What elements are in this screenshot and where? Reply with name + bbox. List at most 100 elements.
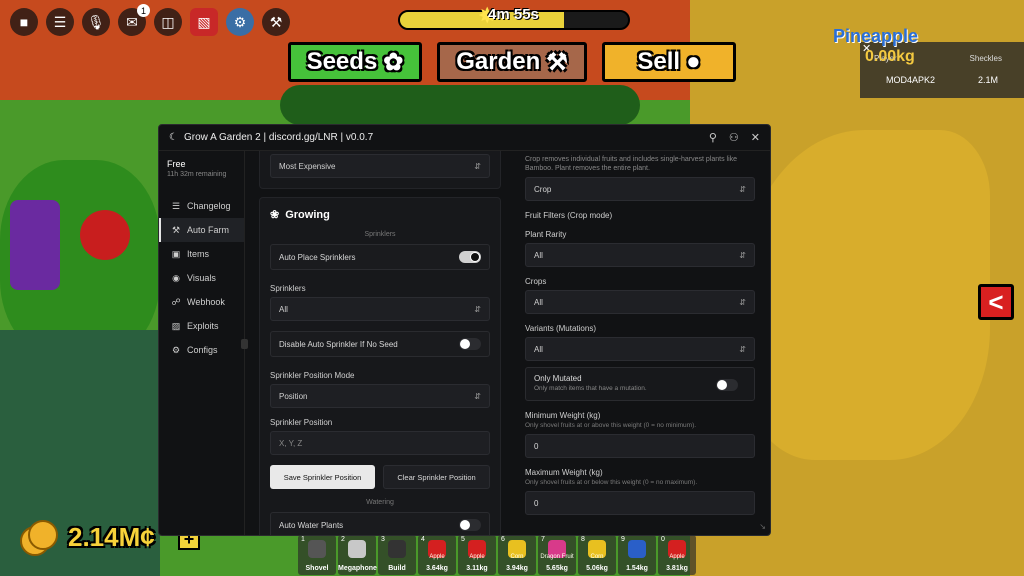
- save-sprinkler-position-button[interactable]: Save Sprinkler Position: [270, 465, 375, 489]
- hotbar-slot[interactable]: 8 Corn 5.06kg: [578, 535, 616, 575]
- watering-subheading: Watering: [366, 499, 394, 506]
- remove-mode-dropdown[interactable]: Crop ⇵: [525, 177, 755, 201]
- hotbar-slot[interactable]: 7 Dragon Fruit 5.65kg: [538, 535, 576, 575]
- fruit-filters-label: Fruit Filters (Crop mode): [525, 211, 613, 220]
- sidebar-item-changelog[interactable]: ☰ Changelog: [159, 194, 244, 218]
- hammer-icon[interactable]: ⚒: [262, 8, 290, 36]
- coins-icon: [20, 520, 64, 556]
- auto-place-toggle[interactable]: [459, 251, 481, 263]
- sidebar-item-label: Auto Farm: [187, 225, 230, 235]
- slot-item-name: Corn: [510, 554, 524, 560]
- minimize-icon[interactable]: ⚇: [729, 131, 739, 144]
- search-icon[interactable]: ⚲: [709, 131, 717, 144]
- leaf-icon: ❀: [270, 209, 280, 221]
- only-mutated-label: Only Mutated: [534, 374, 582, 383]
- notification-badge: 1: [137, 4, 150, 17]
- crop-mode-description: Crop removes individual fruits and inclu…: [525, 156, 738, 172]
- hotbar-slot[interactable]: 4 Apple 3.64kg: [418, 535, 456, 575]
- left-column: Most Expensive ⇵ ❀ Growing Sprinklers Auto…: [251, 151, 509, 535]
- slot-label: 1.54kg: [626, 565, 648, 572]
- item-icon: [628, 540, 646, 558]
- sidebar-item-webhook[interactable]: ☍ Webhook: [159, 290, 244, 314]
- chat-icon[interactable]: ✉ 1: [118, 4, 150, 36]
- position-mode-dropdown[interactable]: Position ⇵: [270, 384, 490, 408]
- seeds-button[interactable]: Seeds ✿: [288, 42, 422, 82]
- chevron-updown-icon: ⇵: [739, 344, 746, 354]
- sort-card: Most Expensive ⇵: [259, 151, 501, 189]
- min-weight-description: Only shovel fruits at or above this weig…: [525, 422, 697, 429]
- slot-label: 3.81kg: [666, 565, 688, 572]
- slot-number: 3: [381, 536, 385, 543]
- roblox-logo-icon[interactable]: ■: [10, 8, 38, 36]
- sort-dropdown[interactable]: Most Expensive ⇵: [270, 154, 490, 178]
- sidebar-item-exploits[interactable]: ▨ Exploits: [159, 314, 244, 338]
- sidebar-item-label: Exploits: [187, 321, 219, 331]
- growing-heading: Growing: [285, 208, 330, 221]
- hotbar-slot[interactable]: 9 1.54kg: [618, 535, 656, 575]
- auto-water-toggle[interactable]: [459, 519, 481, 531]
- variants-dropdown[interactable]: All ⇵: [525, 337, 755, 361]
- auto-water-label: Auto Water Plants: [279, 520, 344, 530]
- growing-card: ❀ Growing Sprinklers Auto Place Sprinkler…: [259, 197, 501, 535]
- nav-icon: ▨: [171, 320, 181, 331]
- menu-icon[interactable]: ☰: [46, 8, 74, 36]
- hotbar-slot[interactable]: 2 Megaphone: [338, 535, 377, 575]
- variants-value: All: [534, 344, 543, 354]
- panel-titlebar[interactable]: ☾ Grow A Garden 2 | discord.gg/LNR | v0.…: [159, 125, 770, 151]
- disable-auto-toggle[interactable]: [459, 338, 481, 350]
- timer-text: 4m 55s: [488, 6, 539, 23]
- chevron-updown-icon: ⇵: [739, 297, 746, 307]
- sidebar-item-configs[interactable]: ⚙ Configs: [159, 338, 244, 362]
- leaderboard-row-shekles: 2.1M: [977, 75, 998, 85]
- back-arrow-button[interactable]: <: [978, 284, 1014, 320]
- hotbar-slot[interactable]: 6 Corn 3.94kg: [498, 535, 536, 575]
- hotbar-slot[interactable]: 3 Build: [378, 535, 416, 575]
- sprinkler-position-input[interactable]: X, Y, Z: [270, 431, 490, 455]
- sprinklers-subheading: Sprinklers: [364, 231, 396, 238]
- only-mutated-row[interactable]: Only Mutated Only match items that have …: [525, 367, 755, 401]
- slot-label: 5.65kg: [546, 565, 568, 572]
- plant-rarity-dropdown[interactable]: All ⇵: [525, 243, 755, 267]
- slot-item-name: Dragon Fruit: [540, 554, 574, 560]
- right-column: Crop removes individual fruits and inclu…: [515, 151, 765, 535]
- hotbar-slot[interactable]: 1 Shovel: [298, 535, 336, 575]
- max-weight-input[interactable]: 0: [525, 491, 755, 515]
- disable-auto-sprinkler-row[interactable]: Disable Auto Sprinkler If No Seed: [270, 331, 490, 357]
- sprinklers-value: All: [279, 304, 288, 314]
- only-mutated-toggle[interactable]: [716, 379, 738, 391]
- leaderboard-row[interactable]: MOD4APK2 2.1M: [860, 63, 1024, 85]
- close-icon[interactable]: ✕: [751, 131, 760, 144]
- variants-label: Variants (Mutations): [525, 324, 596, 333]
- sell-button[interactable]: Sell ●: [602, 42, 736, 82]
- player-weight: 0.00kg: [865, 48, 915, 65]
- slot-label: 3.64kg: [426, 565, 448, 572]
- auto-place-sprinklers-row[interactable]: Auto Place Sprinklers: [270, 244, 490, 270]
- slot-number: 8: [581, 536, 585, 543]
- sort-value: Most Expensive: [279, 161, 336, 171]
- sidebar-item-label: Items: [187, 249, 210, 259]
- item-icon: [308, 540, 326, 558]
- sidebar-item-visuals[interactable]: ◉ Visuals: [159, 266, 244, 290]
- sell-label: Sell: [637, 48, 681, 75]
- money-display: 2.14M¢: [68, 522, 155, 552]
- garden-button[interactable]: Garden ⚒: [437, 42, 587, 82]
- sidebar-item-auto-farm[interactable]: ⚒ Auto Farm: [159, 218, 244, 242]
- mic-muted-icon[interactable]: 🎙: [82, 8, 110, 36]
- player-name: Pineapple: [833, 26, 919, 46]
- sprinklers-dropdown[interactable]: All ⇵: [270, 297, 490, 321]
- resize-handle-icon[interactable]: ↘: [759, 522, 766, 531]
- hotbar-slot[interactable]: 5 Apple 3.11kg: [458, 535, 496, 575]
- auto-water-row[interactable]: Auto Water Plants: [270, 512, 490, 535]
- gear-icon[interactable]: ⚙: [226, 8, 254, 36]
- sidebar-item-items[interactable]: ▣ Items: [159, 242, 244, 266]
- toolbox-icon[interactable]: ▧: [190, 8, 218, 36]
- script-panel: ☾ Grow A Garden 2 | discord.gg/LNR | v0.…: [158, 124, 771, 536]
- clear-sprinkler-position-button[interactable]: Clear Sprinkler Position: [383, 465, 490, 489]
- hotbar-slot[interactable]: 0 Apple 3.81kg: [658, 535, 696, 575]
- min-weight-input[interactable]: 0: [525, 434, 755, 458]
- backpack-icon[interactable]: ◫: [154, 8, 182, 36]
- crops-dropdown[interactable]: All ⇵: [525, 290, 755, 314]
- item-icon: [388, 540, 406, 558]
- sidebar-scrollbar[interactable]: [241, 339, 248, 349]
- tier-label: Free: [167, 159, 186, 169]
